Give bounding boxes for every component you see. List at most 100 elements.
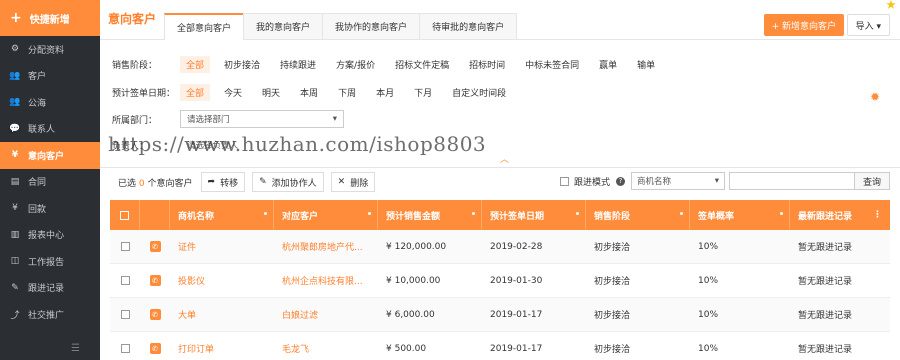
col-latest-followup[interactable]: 最新跟进记录 ⋮ [790,200,890,230]
cell-customer[interactable]: 白娘过滤 [274,298,378,331]
delete-label: 删除 [350,178,369,189]
table-row[interactable]: ✆ 大单 白娘过滤 ¥ 6,000.00 2019-01-17 初步接洽 10% 暂无跟进记录 [110,298,890,332]
col-sign-date[interactable]: 预计签单日期 [482,200,586,230]
sidebar-item[interactable]: 👥 公海 [0,89,100,116]
row-checkbox[interactable] [120,276,130,285]
phone-icon[interactable]: ✆ [149,241,161,252]
cell-text: ¥ 120,000.00 [386,241,447,252]
sidebar-item[interactable]: ¥ 意向客户 [0,142,107,169]
filter-option[interactable]: 下月 [408,84,438,101]
cell-name[interactable]: 打印订单 [170,332,274,360]
collapse-chevron-icon[interactable]: ︿ [500,152,509,165]
add-lead-button[interactable]: + 新增意向客户 [763,14,844,36]
phone-icon[interactable]: ✆ [149,343,161,354]
cell-text: 2019-01-17 [490,309,543,320]
col-stage[interactable]: 销售阶段 [586,200,690,230]
cell-name[interactable]: 投影仪 [170,264,274,297]
filter-option[interactable]: 下周 [332,84,362,101]
col-amount[interactable]: 预计销售金额 [378,200,482,230]
table-row[interactable]: ✆ 证件 杭州聚郎房地产代... ¥ 120,000.00 2019-02-28 初步接洽… [110,230,890,264]
tab-collab-leads[interactable]: 我协作的意向客户 [322,13,421,39]
sidebar-item[interactable]: ▥ 报表中心 [0,222,100,249]
yen-icon: ¥ [11,150,19,161]
table-row[interactable]: ✆ 投影仪 杭州企点科技有限... ¥ 10,000.00 2019-01-30 初步接洽… [110,264,890,298]
sidebar-item[interactable]: ⤴ 社交推广 [0,301,100,328]
cell-name[interactable]: 证件 [170,230,274,263]
col-customer[interactable]: 对应客户 [274,200,378,230]
import-button[interactable]: 导入 ▾ [846,14,890,36]
table-row[interactable]: ✆ 打印订单 毛龙飞 ¥ 500.00 2019-01-17 初步接洽 10% 暂无跟进记录 [110,332,890,360]
follow-mode-checkbox[interactable] [559,176,569,186]
quick-new-button[interactable]: + 快捷新增 [0,0,100,36]
follow-mode-label: 跟进模式 [573,177,610,188]
delete-button[interactable]: ✕ 删除 [330,172,376,192]
search-field-select[interactable]: 商机名称 ▾ [630,172,725,190]
bar-chart-icon: ▥ [10,229,20,240]
settings-gear-icon[interactable]: ✹ [870,90,880,104]
transfer-button[interactable]: ➦ 转移 [200,172,246,192]
cell-text: 暂无跟进记录 [798,345,853,355]
col-opportunity-name[interactable]: 商机名称 [170,200,274,230]
cell-customer[interactable]: 毛龙飞 [274,332,378,360]
cell-amount: ¥ 120,000.00 [378,230,482,263]
sidebar-item[interactable]: ✎ 跟进记录 [0,275,100,302]
department-select[interactable]: 请选择部门 ▾ [180,110,344,128]
cell-name[interactable]: 大单 [170,298,274,331]
cell-text: ¥ 500.00 [386,343,427,354]
filter-option[interactable]: 持续跟进 [274,56,322,73]
col-probability[interactable]: 签单概率 [690,200,790,230]
select-all-checkbox[interactable] [120,210,129,220]
row-checkbox[interactable] [120,310,130,319]
owner-select[interactable]: 请选择负责人 [180,136,344,154]
filter-option[interactable]: 本周 [294,84,324,101]
sidebar-item[interactable]: ⚙ 分配资料 [0,36,100,63]
row-checkbox[interactable] [120,344,130,353]
sidebar-item[interactable]: ◫ 工作报告 [0,248,100,275]
row-checkbox[interactable] [120,242,130,251]
cell-customer[interactable]: 杭州聚郎房地产代... [274,230,378,263]
cell-text: 初步接洽 [594,311,631,321]
search-button[interactable]: 查询 [853,172,890,190]
filter-option[interactable]: 方案/报价 [330,56,381,73]
filter-option[interactable]: 初步接洽 [218,56,266,73]
sidebar-item[interactable]: 👥 客户 [0,63,100,90]
filter-option[interactable]: 全部 [180,56,211,73]
page-title: 意向客户 [108,12,157,26]
sort-icon [576,212,579,215]
filter-option[interactable]: 本月 [370,84,400,101]
filter-option[interactable]: 中标未签合同 [519,56,585,73]
cell-customer[interactable]: 杭州企点科技有限... [274,264,378,297]
cell-stage: 初步接洽 [586,264,690,297]
users-icon: 👥 [9,70,21,81]
phone-icon[interactable]: ✆ [149,275,161,286]
row-select-cell [110,264,140,297]
action-toolbar: 已选 0 个意向客户 ➦ 转移 ✎ 添加协作人 ✕ 删除 跟进模式 ? 商机名称 ▾ … [100,170,900,194]
filter-option[interactable]: 自定义时间段 [446,84,512,101]
tab-pending-leads[interactable]: 待审批的意向客户 [419,13,518,39]
help-icon[interactable]: ? [615,176,625,186]
tab-all-leads[interactable]: 全部意向客户 [164,13,245,40]
select-all-cell [110,200,140,230]
filter-option[interactable]: 今天 [218,84,248,101]
search-input[interactable] [728,172,855,190]
tab-my-leads[interactable]: 我的意向客户 [243,13,324,39]
filter-option[interactable]: 赢单 [593,56,623,73]
phone-icon[interactable]: ✆ [149,309,161,320]
add-collaborator-button[interactable]: ✎ 添加协作人 [252,172,324,192]
col-label: 最新跟进记录 [798,211,853,222]
filter-option[interactable]: 招标时间 [463,56,511,73]
filter-option[interactable]: 招标文件定稿 [389,56,455,73]
sidebar-item[interactable]: 💬 联系人 [0,116,100,143]
sidebar-item[interactable]: ¥ 回款 [0,195,100,222]
filter-option[interactable]: 输单 [631,56,661,73]
sidebar-item[interactable]: ▤ 合同 [0,169,100,196]
table-header: 商机名称 对应客户 预计销售金额 预计签单日期 销售阶段 签单概率 最新跟进记录… [110,200,890,230]
selection-suffix: 个意向客户 [147,178,193,189]
more-icon[interactable]: ⋮ [873,210,882,220]
stage-filter-label: 销售阶段： [112,61,158,71]
filter-option[interactable]: 全部 [180,84,211,101]
cell-latest: 暂无跟进记录 [790,298,890,331]
menu-toggle-icon[interactable]: ☰ [71,343,80,354]
group-icon: 👥 [9,97,21,108]
filter-option[interactable]: 明天 [256,84,286,101]
